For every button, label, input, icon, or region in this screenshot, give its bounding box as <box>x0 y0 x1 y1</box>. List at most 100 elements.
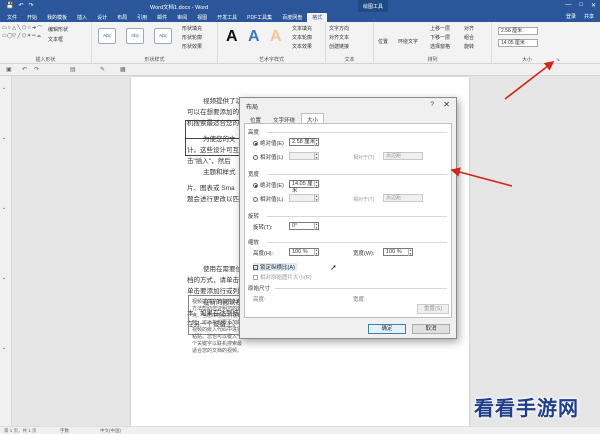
text-effect-button[interactable]: 文本效果 <box>292 43 312 50</box>
wordart-style-3[interactable]: A <box>270 28 282 46</box>
document-textbox[interactable]: 视频提供了功能强大的方法帮助您证明您的观点。当您单击联机视频时，可以在想要添加的… <box>188 295 246 354</box>
tab-2[interactable]: 我的模板 <box>42 13 72 22</box>
shape-width-input[interactable]: 14.05 厘米 <box>498 39 538 47</box>
minimize-button[interactable]: — <box>565 2 571 9</box>
group-label: 大小 <box>521 57 532 63</box>
width-section-label: 宽度 <box>248 172 260 178</box>
width-relative-input[interactable]: ▲ ▼ <box>289 194 319 202</box>
maximize-button[interactable]: □ <box>579 2 583 9</box>
shape-icon[interactable]: ⇨ <box>32 33 36 39</box>
shape-icon[interactable]: ➔ <box>32 25 36 32</box>
align-button[interactable]: 对齐 <box>464 25 474 32</box>
tool-icon[interactable]: ▦ <box>120 66 126 73</box>
shape-outline-button[interactable]: 形状轮廓 <box>182 34 202 41</box>
tab-11[interactable]: PDF工具集 <box>242 13 277 22</box>
wordart-style-2[interactable]: A <box>248 28 260 46</box>
group-button[interactable]: 组合 <box>464 34 474 41</box>
tab-3[interactable]: 插入 <box>72 13 92 22</box>
shape-effect-button[interactable]: 形状效果 <box>182 43 202 50</box>
rotation-input[interactable]: 0° ▲ ▼ <box>289 222 319 230</box>
login-link[interactable]: 登录 <box>566 13 576 20</box>
tab-12[interactable]: 百度网盘 <box>277 13 307 22</box>
cancel-button[interactable]: 取消 <box>412 324 450 334</box>
tab-8[interactable]: 审阅 <box>172 13 192 22</box>
position-button[interactable]: 位置 <box>378 38 388 45</box>
insert-shapes-group: ▭ ○ △ ╲ ⬠ ☆ ➔ ⌒ ▭ ◯ ▽ ╱ ⬡ ✶ ⇨ ⌓ 编辑形状 文本框 插入形状 <box>0 22 92 64</box>
create-link-button[interactable]: 创建链接 <box>329 43 349 50</box>
shape-style-3[interactable]: Abc <box>154 28 172 44</box>
tab-13[interactable]: 格式 <box>307 13 328 22</box>
tab-4[interactable]: 设计 <box>92 13 112 22</box>
shape-style-2[interactable]: Abc <box>126 28 144 44</box>
selection-pane-button[interactable]: 选择窗格 <box>430 43 450 50</box>
redo-icon[interactable]: ↷ <box>34 66 39 73</box>
tab-10[interactable]: 开发工具 <box>212 13 242 22</box>
text-fill-button[interactable]: 文本填充 <box>292 25 312 32</box>
text-direction-button[interactable]: 文字方向 <box>329 25 349 32</box>
width-relative-dropdown[interactable]: 页边距 <box>383 194 423 202</box>
tab-0[interactable]: 文件 <box>2 13 22 22</box>
dialog-body: 高度 绝对值(E) 2.58 厘米 ▲ ▼ 相对值(L) ▲ ▼ 相对于(T) 页边距… <box>244 123 452 318</box>
send-backward-button[interactable]: 下移一层 <box>430 34 450 41</box>
tab-6[interactable]: 引用 <box>132 13 152 22</box>
shape-height-input[interactable]: 2.58 厘米 <box>498 27 538 35</box>
reset-button[interactable]: 重置(S) <box>417 304 449 314</box>
rotate-button[interactable]: 旋转 <box>464 43 474 50</box>
relative-original-checkbox[interactable]: 相对原始图片大小(R) <box>253 273 312 281</box>
share-button[interactable]: 共享 <box>584 13 594 20</box>
shape-style-1[interactable]: Abc <box>98 28 116 44</box>
tab-1[interactable]: 开始 <box>22 13 42 22</box>
height-relative-input[interactable]: ▲ ▼ <box>289 152 319 160</box>
shape-fill-button[interactable]: 形状填充 <box>182 25 202 32</box>
width-absolute-option[interactable]: 绝对值(E) <box>253 181 284 189</box>
scale-height-input[interactable]: 100 % ▲ ▼ <box>289 248 319 256</box>
shape-icon[interactable]: ○ <box>7 25 11 32</box>
wordart-style-1[interactable]: A <box>226 28 238 46</box>
format-icon[interactable]: ▤ <box>70 66 76 73</box>
bring-forward-button[interactable]: 上移一层 <box>430 25 450 32</box>
shape-icon[interactable]: ✶ <box>27 33 31 39</box>
original-size-section-label: 原始尺寸 <box>248 286 271 292</box>
save-icon[interactable]: ▣ <box>6 66 12 73</box>
shape-icon[interactable]: ⬠ <box>22 25 26 32</box>
shape-icon[interactable]: ▽ <box>12 33 16 39</box>
shape-icon[interactable]: ◯ <box>7 33 13 39</box>
undo-icon[interactable]: ↶ <box>18 2 23 9</box>
text-outline-button[interactable]: 文本轮廓 <box>292 34 312 41</box>
undo-icon[interactable]: ↶ <box>22 66 27 73</box>
align-text-button[interactable]: 对齐文本 <box>329 34 349 41</box>
wrap-text-button[interactable]: 环绕文字 <box>398 38 418 45</box>
shapes-gallery[interactable]: ▭ ○ △ ╲ ⬠ ☆ ➔ ⌒ ▭ ◯ ▽ ╱ ⬡ ✶ ⇨ ⌓ <box>2 25 44 39</box>
shape-icon[interactable]: ⌒ <box>37 25 42 32</box>
redo-icon[interactable]: ↷ <box>29 2 34 9</box>
tab-9[interactable]: 视图 <box>192 13 212 22</box>
drawing-tools-tag: 绘图工具 <box>358 0 388 12</box>
edit-shape-button[interactable]: 编辑形状 <box>48 26 68 33</box>
ok-button[interactable]: 确定 <box>368 324 406 334</box>
height-relative-option[interactable]: 相对值(L) <box>253 153 283 161</box>
scale-width-input[interactable]: 100 % ▲ ▼ <box>383 248 413 256</box>
size-dialog-launcher-icon[interactable]: ↘ <box>556 57 560 63</box>
shape-icon[interactable]: ╲ <box>17 25 21 32</box>
shape-icon[interactable]: △ <box>12 25 16 32</box>
width-relative-option[interactable]: 相对值(L) <box>253 195 283 203</box>
shape-icon[interactable]: ╱ <box>17 33 21 39</box>
shape-icon[interactable]: ☆ <box>27 25 31 32</box>
shape-icon[interactable]: ▭ <box>2 33 7 39</box>
shape-icon[interactable]: ⬡ <box>22 33 26 39</box>
lock-aspect-checkbox[interactable]: ✓ 锁定纵横比(A) <box>253 263 297 271</box>
height-relative-dropdown[interactable]: 页边距 <box>383 152 423 160</box>
height-absolute-option[interactable]: 绝对值(E) <box>253 139 284 147</box>
tab-5[interactable]: 布局 <box>112 13 132 22</box>
help-icon[interactable]: ? <box>430 101 434 108</box>
tool-icon[interactable]: ✎ <box>100 66 105 73</box>
shape-icon[interactable]: ⌓ <box>37 33 41 39</box>
height-absolute-input[interactable]: 2.58 厘米 ▲ ▼ <box>289 138 319 146</box>
close-icon[interactable]: ✕ <box>443 100 450 109</box>
shape-icon[interactable]: ▭ <box>2 25 7 32</box>
close-button[interactable]: ✕ <box>591 2 596 9</box>
textbox-button[interactable]: 文本框 <box>48 36 63 43</box>
tab-7[interactable]: 邮件 <box>152 13 172 22</box>
width-absolute-input[interactable]: 14.05 厘米 ▲ ▼ <box>289 180 319 194</box>
save-icon[interactable]: 💾 <box>6 2 13 9</box>
